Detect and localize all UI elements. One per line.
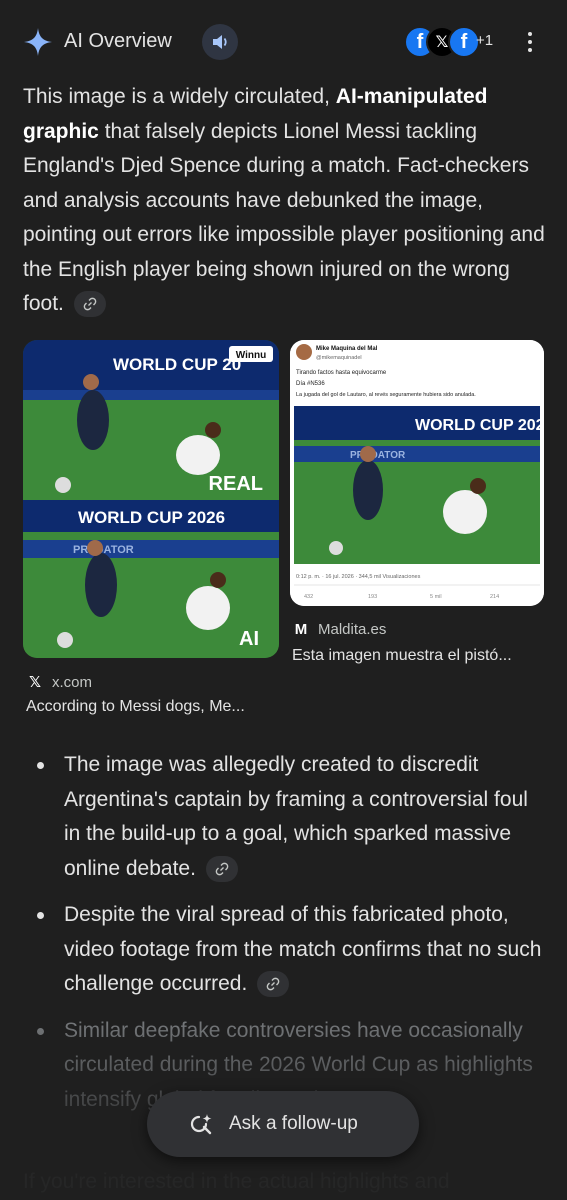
link-icon xyxy=(215,862,229,876)
tweet-banner: WORLD CUP 2026 xyxy=(415,417,544,434)
badge-text: Winnu xyxy=(236,350,266,361)
follow-up-label: Ask a follow-up xyxy=(229,1113,358,1134)
tweet-handle: @mikemaquinadel xyxy=(316,355,362,361)
tweet-line1: Tirando factos hasta equivocarme xyxy=(296,370,387,376)
sparkle-search-icon xyxy=(190,1114,212,1135)
list-item: Despite the viral spread of this fabrica… xyxy=(23,898,545,1002)
overview-summary: This image is a widely circulated, AI-ma… xyxy=(23,80,545,322)
summary-text-after: that falsely depicts Lionel Messi tackli… xyxy=(23,119,545,316)
comparison-image: WORLD CUP 20 Winnu REAL WORLD CUP 2026 P… xyxy=(23,340,279,658)
x-logo-icon: 𝕏 xyxy=(28,674,42,691)
tweet-line3: La jugada del gol de Lautaro, al revés s… xyxy=(296,392,476,398)
speaker-icon xyxy=(213,35,227,49)
tweet-line2: Día #N536 xyxy=(296,381,325,387)
citation-link-button[interactable] xyxy=(73,291,106,318)
more-options-icon[interactable] xyxy=(520,26,540,58)
source-image-comparison[interactable]: WORLD CUP 20 Winnu REAL WORLD CUP 2026 P… xyxy=(23,340,279,658)
link-icon xyxy=(83,298,97,311)
link-icon xyxy=(266,978,280,991)
source-caption-maldita[interactable]: Esta imagen muestra el pistó... xyxy=(292,647,546,665)
tweet-board: PREDATOR xyxy=(350,450,406,461)
summary-text-before: This image is a widely circulated, xyxy=(23,85,336,108)
banner-top-text: WORLD CUP 20 xyxy=(113,355,241,374)
tweet-reply-count: 432 xyxy=(304,594,313,600)
source-maldita[interactable]: M Maldita.es xyxy=(292,620,387,638)
list-item: The image was allegedly created to discr… xyxy=(23,748,545,886)
overview-bullet-list: The image was allegedly created to discr… xyxy=(23,748,545,1129)
banner-bottom-text: WORLD CUP 2026 xyxy=(78,508,225,527)
bullet-text: Despite the viral spread of this fabrica… xyxy=(64,903,542,995)
tweet-name: Mike Maquina del Mal xyxy=(316,346,378,352)
ask-follow-up-button[interactable]: Ask a follow-up xyxy=(147,1091,419,1157)
citation-link-button[interactable] xyxy=(257,971,290,998)
label-ai: AI xyxy=(239,628,259,650)
source-image-tweet[interactable]: Mike Maquina del Mal @mikemaquinadel Tir… xyxy=(290,340,544,606)
gemini-sparkle-icon xyxy=(24,28,52,56)
listen-button[interactable] xyxy=(202,24,238,60)
source-name: Maldita.es xyxy=(318,620,387,638)
tweet-meta: 0:12 p. m. · 16 jul. 2026 · 344,5 mil Vi… xyxy=(296,574,421,580)
tweet-retweet-count: 193 xyxy=(368,594,377,600)
source-x[interactable]: 𝕏 x.com xyxy=(26,673,93,692)
tweet-screenshot-image: Mike Maquina del Mal @mikemaquinadel Tir… xyxy=(290,340,544,606)
bullet-text: The image was allegedly created to discr… xyxy=(64,753,528,880)
maldita-logo-icon: M xyxy=(294,620,308,638)
source-caption-x[interactable]: According to Messi dogs, Me... xyxy=(26,698,282,716)
tweet-like-count: 5 mil xyxy=(430,594,442,600)
source-name: x.com xyxy=(52,673,93,691)
trailing-text: If you're interested in the actual highl… xyxy=(23,1170,450,1193)
label-real: REAL xyxy=(209,473,263,495)
tweet-bookmark-count: 214 xyxy=(490,594,499,600)
ai-overview-title: AI Overview xyxy=(64,30,172,52)
ai-overview-header: AI Overview f 𝕏 f +1 xyxy=(0,18,567,66)
more-sources-count[interactable]: +1 xyxy=(476,32,493,49)
citation-link-button[interactable] xyxy=(205,855,238,882)
